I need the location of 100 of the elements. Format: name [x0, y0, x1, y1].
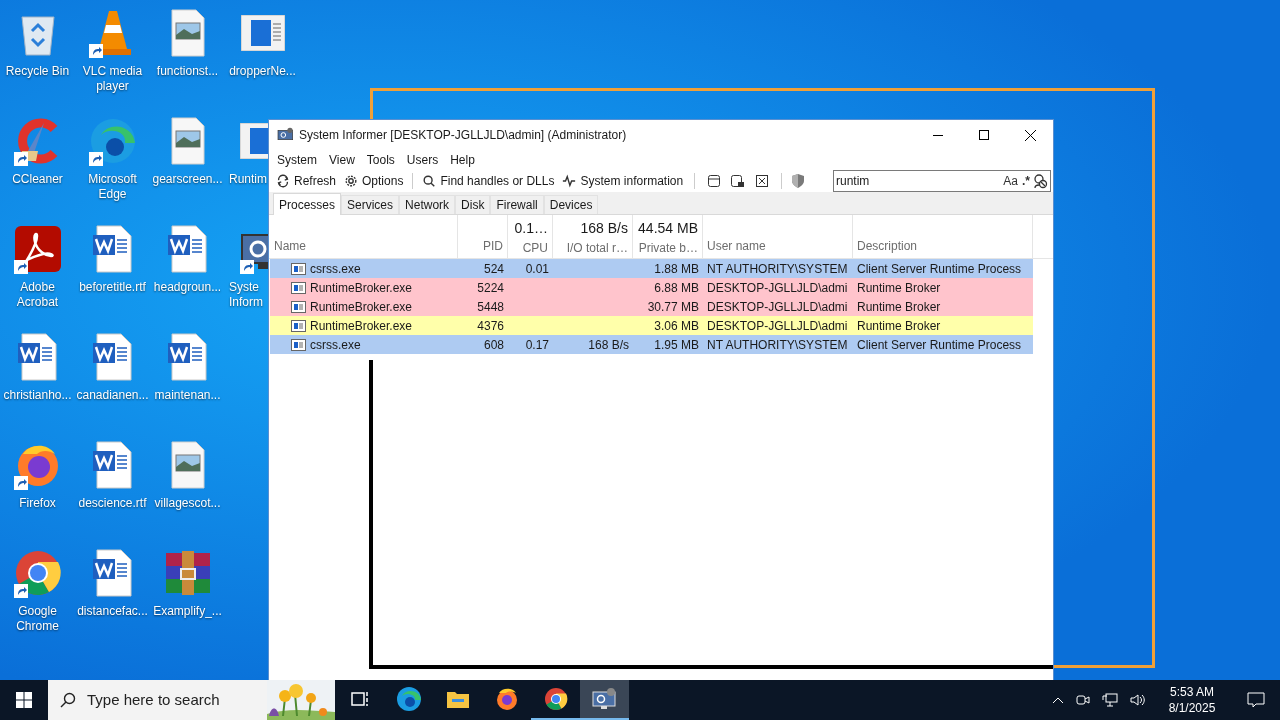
desktop-icon-label[interactable]: CCleaner: [0, 172, 75, 187]
menu-item[interactable]: View: [323, 151, 361, 169]
process-row[interactable]: RuntimeBroker.exe 5224 6.88 MB DESKTOP-JGLLJLD\admi Runtime Broker: [270, 278, 1033, 297]
column-label: I/O total r…: [565, 240, 628, 257]
toolbar-button[interactable]: Find handles or DLLs: [419, 171, 558, 191]
table-cell-text: Runtime Broker: [857, 317, 941, 335]
desktop-icon-label[interactable]: Google Chrome: [0, 604, 75, 634]
word-document-icon: [92, 225, 133, 273]
desktop-icon-label[interactable]: Recycle Bin: [0, 64, 75, 79]
desktop-icon-label[interactable]: dropperNe...: [225, 64, 300, 79]
column-header[interactable]: 44.54 MB Private b…: [633, 215, 703, 258]
windows-logo-icon: [16, 692, 32, 708]
speaker-icon[interactable]: [1130, 693, 1146, 707]
boxed-x-icon: [756, 175, 769, 187]
shield-icon[interactable]: [790, 173, 807, 189]
tab[interactable]: Network: [399, 195, 456, 214]
process-icon: [291, 300, 306, 313]
desktop-icon-label[interactable]: VLC media player: [75, 64, 150, 94]
chrome-icon: [13, 549, 62, 597]
table-cell-text: Runtime Broker: [857, 279, 941, 297]
table-cell-text: 6.88 MB: [654, 279, 699, 297]
search-box[interactable]: runtim Aa .*: [833, 170, 1051, 192]
search-icon: [422, 174, 437, 188]
taskbar-app-button[interactable]: [580, 680, 629, 720]
menu-item[interactable]: System: [271, 151, 323, 169]
column-header[interactable]: Description: [853, 215, 1033, 258]
word-document-icon: [167, 333, 208, 381]
application-window-icon: [240, 123, 268, 159]
maximize-icon: [979, 130, 989, 140]
table-cell-text: DESKTOP-JGLLJLD\admi: [707, 298, 848, 316]
match-case-toggle[interactable]: Aa: [1001, 172, 1020, 190]
desktop-icon-label[interactable]: villagescot...: [150, 496, 225, 511]
column-header[interactable]: PID: [458, 215, 508, 258]
column-total: 44.54 MB: [637, 219, 698, 238]
column-label: Private b…: [637, 240, 698, 257]
process-icon: [291, 338, 306, 351]
tab[interactable]: Devices: [543, 195, 599, 214]
tab[interactable]: Firewall: [490, 195, 544, 214]
table-cell-text: Client Server Runtime Process: [857, 260, 1022, 278]
tab[interactable]: Services: [341, 195, 400, 214]
column-total: 168 B/s: [579, 219, 628, 238]
process-row[interactable]: csrss.exe 608 0.17 168 B/s 1.95 MB NT AUTHORITY\SYSTEM Client Server Runtime Process: [270, 335, 1033, 354]
desktop-icon-label[interactable]: Firefox: [0, 496, 75, 511]
desktop-icon-label[interactable]: functionst...: [150, 64, 225, 79]
toolbar-button[interactable]: Options: [341, 171, 407, 191]
table-cell-text: 3.06 MB: [654, 317, 699, 335]
tab[interactable]: Processes: [273, 193, 342, 215]
table-cell-text: RuntimeBroker.exe: [310, 279, 413, 297]
toolbar-button[interactable]: Refresh: [273, 171, 340, 191]
taskbar-clock[interactable]: 5:53 AM 8/1/2025: [1152, 684, 1232, 716]
column-header[interactable]: 0.1… CPU: [508, 215, 553, 258]
process-row[interactable]: csrss.exe 524 0.01 1.88 MB NT AUTHORITY\SYSTEM Client Server Runtime Process: [270, 259, 1033, 278]
task-view-icon: [349, 689, 370, 709]
network-icon[interactable]: [1102, 693, 1118, 707]
monitor-gears-icon: [591, 687, 618, 711]
column-label: CPU: [521, 240, 548, 257]
archive-books-icon: [163, 549, 212, 597]
table-cell-text: 5224: [477, 279, 504, 297]
table-cell-text: Runtime Broker: [857, 298, 941, 316]
menu-item[interactable]: Tools: [360, 151, 401, 169]
column-header[interactable]: User name: [703, 215, 853, 258]
column-label: User name: [707, 238, 767, 255]
image-file-icon: [169, 441, 206, 489]
process-row[interactable]: RuntimeBroker.exe 5448 30.77 MB DESKTOP-JGLLJLD\admi Runtime Broker: [270, 297, 1033, 316]
column-header[interactable]: Name: [270, 215, 458, 258]
table-cell-text: 608: [483, 336, 504, 354]
table-cell-text: csrss.exe: [310, 336, 361, 354]
desktop-icon-label[interactable]: distancefac...: [75, 604, 150, 619]
desktop-icon-label[interactable]: Examplify_...: [150, 604, 225, 619]
image-file-icon: [169, 9, 206, 57]
toolbar-button[interactable]: System information: [559, 171, 687, 191]
chevron-up-icon[interactable]: [1052, 696, 1064, 704]
folder-icon: [445, 689, 470, 709]
gear-icon: [344, 174, 359, 188]
table-cell-text: NT AUTHORITY\SYSTEM: [707, 336, 848, 354]
table-cell-text: 524: [483, 260, 504, 278]
search-field[interactable]: runtim: [836, 172, 1002, 190]
regex-toggle[interactable]: .*: [1020, 172, 1032, 190]
taskbar-search-bar[interactable]: Type here to search: [48, 680, 335, 720]
pulse-icon: [562, 174, 577, 188]
clock-time: 5:53 AM: [1170, 684, 1214, 700]
monitor-gears-icon: [277, 127, 295, 143]
camera-icon[interactable]: [1076, 693, 1090, 707]
clear-search-icon[interactable]: [1032, 173, 1048, 189]
word-document-icon: [167, 225, 208, 273]
taskbar-search-field[interactable]: Type here to search: [87, 688, 257, 712]
edge-icon: [395, 686, 422, 712]
close-icon: [1024, 129, 1036, 141]
table-cell-text: NT AUTHORITY\SYSTEM: [707, 260, 848, 278]
desktop-icon-label[interactable]: christianho...: [0, 388, 75, 403]
tab[interactable]: Disk: [455, 195, 491, 214]
table-cell-text: DESKTOP-JGLLJLD\admi: [707, 279, 848, 297]
menu-item[interactable]: Users: [400, 151, 445, 169]
table-cell-text: Client Server Runtime Process: [857, 336, 1022, 354]
chrome-icon: [543, 687, 568, 711]
table-cell-text: 1.88 MB: [654, 260, 699, 278]
desktop-icon-label[interactable]: descience.rtf: [75, 496, 150, 511]
process-row[interactable]: RuntimeBroker.exe 4376 3.06 MB DESKTOP-JGLLJLD\admi Runtime Broker: [270, 316, 1033, 335]
menu-item[interactable]: Help: [444, 151, 481, 169]
column-header[interactable]: 168 B/s I/O total r…: [553, 215, 633, 258]
